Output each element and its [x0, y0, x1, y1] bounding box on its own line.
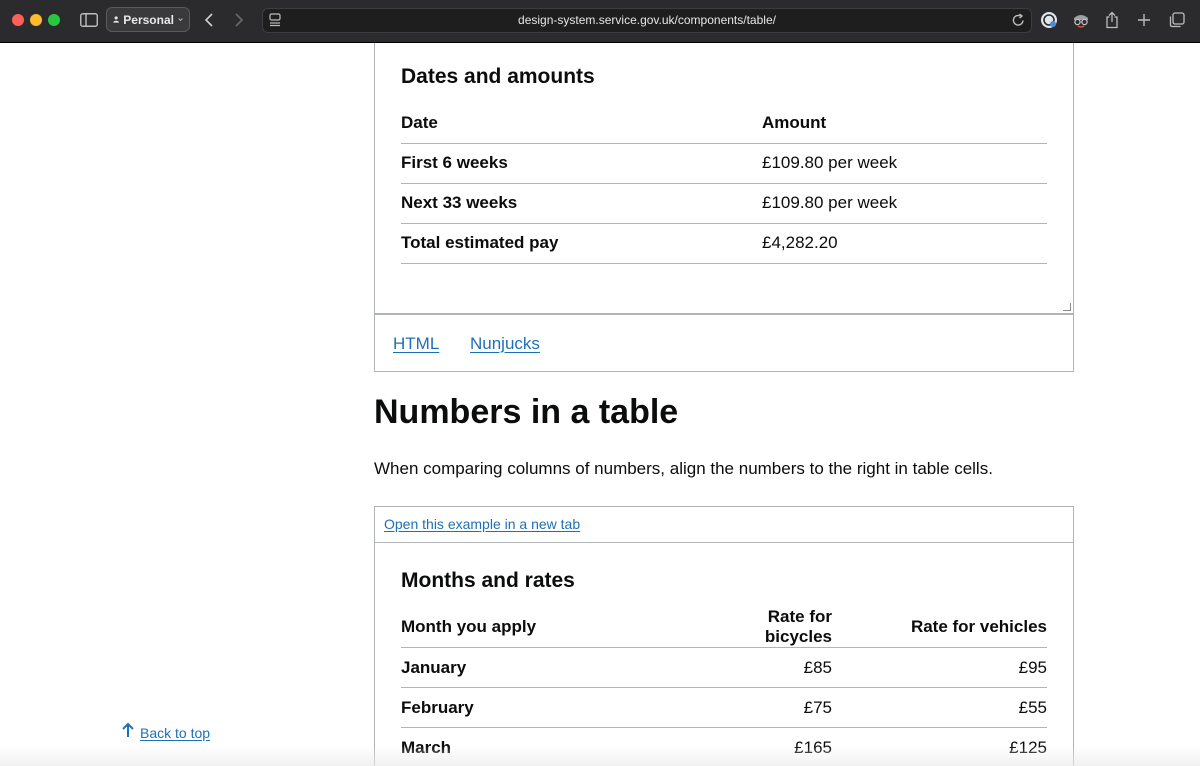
table-header-row: Month you apply Rate for bicycles Rate f… — [401, 607, 1047, 648]
person-icon — [113, 16, 119, 23]
table-cell: £75 — [701, 687, 832, 728]
url-text: design-system.service.gov.uk/components/… — [518, 13, 776, 27]
row-header: Total estimated pay — [401, 223, 762, 264]
section-heading: Numbers in a table — [374, 393, 679, 431]
column-header: Month you apply — [401, 607, 701, 648]
column-header: Rate for vehicles — [832, 607, 1047, 648]
zoom-window-button[interactable] — [48, 14, 60, 26]
months-rates-table: Month you apply Rate for bicycles Rate f… — [401, 607, 1047, 766]
column-header: Amount — [762, 103, 1047, 144]
profile-switcher[interactable]: Personal — [106, 7, 190, 32]
forward-button[interactable] — [234, 10, 244, 30]
table-cell: £4,282.20 — [762, 223, 1047, 264]
address-bar[interactable]: design-system.service.gov.uk/components/… — [262, 8, 1032, 33]
section-body-text: When comparing columns of numbers, align… — [374, 459, 993, 478]
minimize-window-button[interactable] — [30, 14, 42, 26]
sidebar-toggle-icon[interactable] — [80, 10, 98, 30]
open-example-new-tab-link[interactable]: Open this example in a new tab — [384, 516, 580, 532]
chevron-down-icon — [178, 18, 183, 22]
tab-overview-icon[interactable] — [1169, 10, 1185, 30]
table-cell: £85 — [701, 647, 832, 688]
tab-nunjucks[interactable]: Nunjucks — [470, 334, 540, 354]
reload-icon[interactable] — [1012, 13, 1025, 32]
row-header: February — [401, 687, 701, 728]
dates-amounts-table: Date Amount First 6 weeks £109.80 per we… — [401, 103, 1047, 264]
share-icon[interactable] — [1105, 10, 1119, 30]
table-cell: £109.80 per week — [762, 143, 1047, 184]
table-caption: Dates and amounts — [401, 65, 595, 88]
table-cell: £125 — [832, 727, 1047, 766]
example-toolbar: Open this example in a new tab — [374, 506, 1074, 543]
code-tabs: HTML Nunjucks — [374, 314, 1074, 372]
column-header: Date — [401, 103, 762, 144]
table-caption: Months and rates — [401, 569, 575, 592]
table-row: First 6 weeks £109.80 per week — [401, 143, 1047, 184]
new-tab-icon[interactable] — [1137, 10, 1151, 30]
table-row: Total estimated pay £4,282.20 — [401, 223, 1047, 264]
table-row: January £85 £95 — [401, 647, 1047, 688]
browser-toolbar: Personal design-system.service.gov.uk/co… — [0, 0, 1200, 43]
back-button[interactable] — [204, 10, 214, 30]
table-cell: £109.80 per week — [762, 183, 1047, 224]
row-header: Next 33 weeks — [401, 183, 762, 224]
page-content: Dates and amounts Date Amount First 6 we… — [0, 43, 1200, 766]
tab-html[interactable]: HTML — [393, 334, 439, 354]
column-header: Rate for bicycles — [701, 607, 832, 648]
row-header: First 6 weeks — [401, 143, 762, 184]
back-to-top[interactable]: Back to top — [122, 722, 210, 743]
table-cell: £95 — [832, 647, 1047, 688]
table-cell: £55 — [832, 687, 1047, 728]
row-header: January — [401, 647, 701, 688]
resize-handle[interactable] — [1063, 303, 1071, 311]
arrow-up-icon — [122, 722, 134, 743]
close-window-button[interactable] — [12, 14, 24, 26]
privacy-report-icon[interactable] — [1072, 10, 1090, 30]
extension-icon[interactable] — [1040, 10, 1058, 30]
row-header: March — [401, 727, 701, 766]
back-to-top-link[interactable]: Back to top — [140, 725, 210, 741]
table-cell: £165 — [701, 727, 832, 766]
table-row: Next 33 weeks £109.80 per week — [401, 183, 1047, 224]
table-row: March £165 £125 — [401, 727, 1047, 766]
table-header-row: Date Amount — [401, 103, 1047, 144]
profile-label: Personal — [123, 12, 174, 27]
table-row: February £75 £55 — [401, 687, 1047, 728]
